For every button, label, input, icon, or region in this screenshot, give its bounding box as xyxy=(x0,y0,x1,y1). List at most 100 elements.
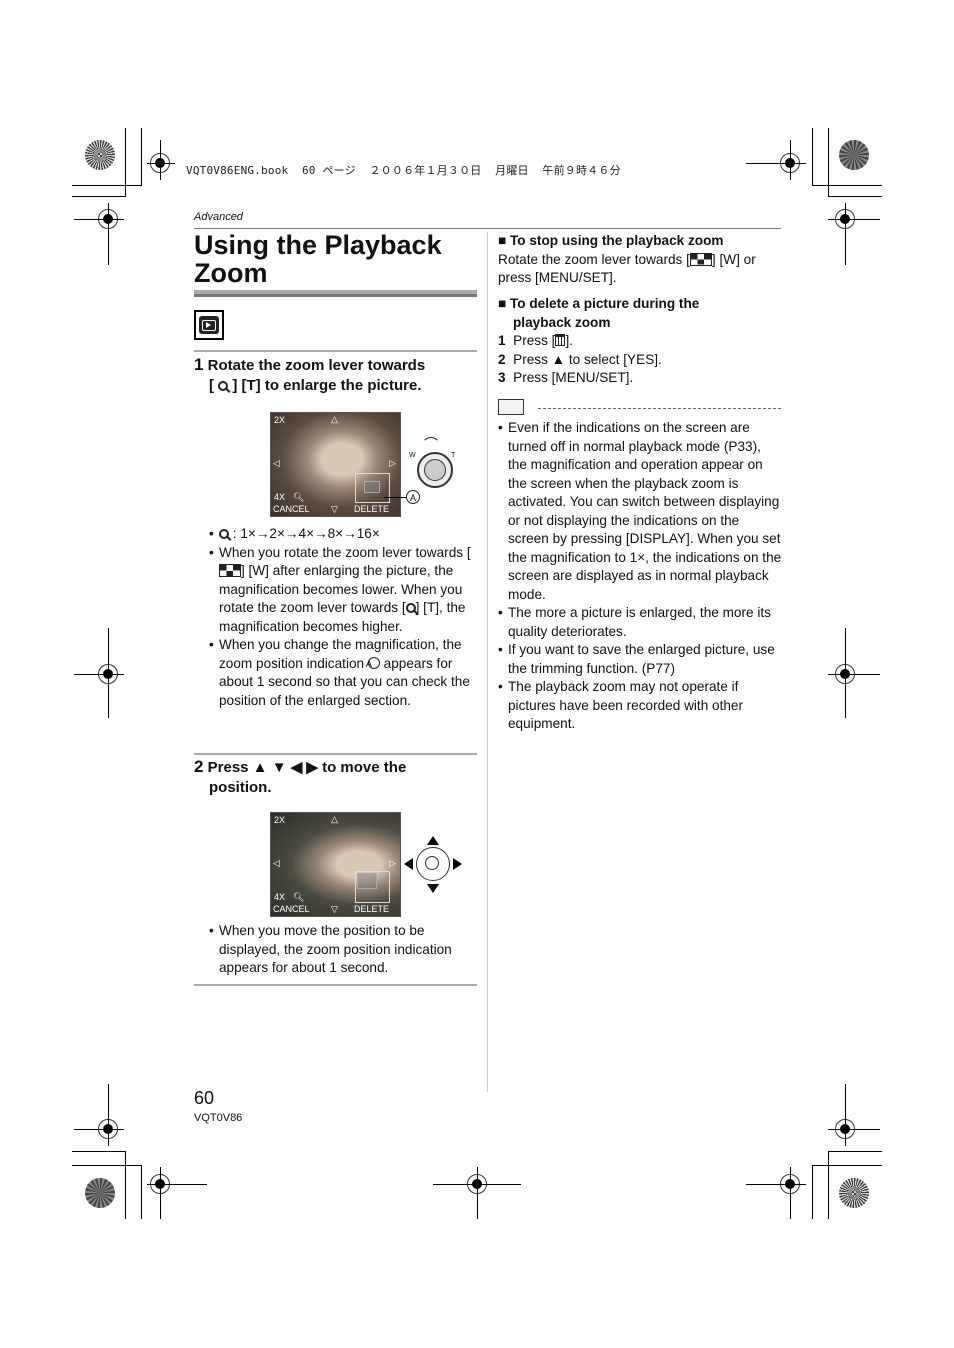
delete-step: 2 Press ▲ to select [YES]. xyxy=(498,351,783,370)
zoom-wide-icon xyxy=(219,564,241,577)
step-number: 2 xyxy=(194,757,204,776)
crop-line xyxy=(828,1151,882,1152)
step-text: [ xyxy=(209,377,219,394)
zoom-position-indicator xyxy=(355,473,390,503)
bullet-item: When you change the magnification, the z… xyxy=(209,636,479,710)
delete-label: DELETE xyxy=(354,904,390,914)
crop-line xyxy=(812,185,882,186)
bullet-text: When you rotate the zoom lever towards [ xyxy=(219,544,471,560)
note-item: If you want to save the enlarged picture… xyxy=(498,641,783,678)
delete-label: DELETE xyxy=(354,504,390,514)
up-triangle-icon xyxy=(427,836,439,845)
magnification-sequence: : 1×→2×→4×→8×→16× xyxy=(209,525,479,544)
playback-mode-icon xyxy=(194,310,224,340)
stop-zoom-heading: ■ To stop using the playback zoom xyxy=(498,232,783,251)
cancel-label: CANCEL xyxy=(273,904,310,914)
zoom-icon: 🔍︎ xyxy=(293,492,305,502)
rotate-arrow-icon: ⌒ xyxy=(424,436,438,452)
color-rosette-icon xyxy=(839,140,869,170)
up-arrow-icon: △ xyxy=(331,814,338,824)
note-book-icon xyxy=(498,399,524,415)
step-1-notes: : 1×→2×→4×→8×→16× When you rotate the zo… xyxy=(209,525,479,710)
delete-step: 1 Press []. xyxy=(498,332,783,351)
step-number: 1 xyxy=(498,333,506,348)
step-2-notes: When you move the position to be display… xyxy=(209,922,479,978)
step-number: 2 xyxy=(498,351,506,367)
crop-line xyxy=(125,1151,126,1219)
body-text: ]. xyxy=(565,333,573,348)
zoom-tele-icon xyxy=(405,603,416,613)
zoom-lever-icon xyxy=(417,452,453,488)
page-number: 60 xyxy=(194,1088,215,1108)
trash-icon xyxy=(555,334,566,346)
crop-line xyxy=(141,128,142,186)
square-bullet-icon: ■ xyxy=(498,233,510,248)
down-triangle-icon xyxy=(427,884,439,893)
page-title-line2: Zoom xyxy=(194,258,268,288)
color-rosette-icon xyxy=(85,1178,115,1208)
camera-screen-move-illustration: 2X △ ◁ ▷ 4X 🔍︎ CANCEL ▽ DELETE xyxy=(270,812,401,917)
step-1-instruction: 1 Rotate the zoom lever towards [ ] [T] … xyxy=(194,355,484,396)
sequence-text: : 1×→2×→4×→8×→16× xyxy=(232,526,380,541)
delete-zoom-section: ■ To delete a picture during the playbac… xyxy=(498,295,783,388)
lever-t-label: T xyxy=(451,452,456,459)
divider xyxy=(194,984,477,986)
next-zoom-label: 4X xyxy=(274,492,286,502)
crop-line xyxy=(828,1151,829,1219)
crop-line xyxy=(72,185,142,186)
callout-a-label: A xyxy=(366,656,380,669)
crop-line xyxy=(72,1165,142,1166)
zoom-level-label: 2X xyxy=(274,415,286,425)
note-item: The more a picture is enlarged, the more… xyxy=(498,604,783,641)
heading-text: playback zoom xyxy=(513,314,611,330)
lever-w-label: W xyxy=(409,452,416,459)
crop-line xyxy=(141,1165,142,1219)
note-item: Even if the indications on the screen ar… xyxy=(498,419,783,604)
divider xyxy=(194,753,477,755)
page-title: Using the Playback Zoom xyxy=(194,231,442,287)
stop-zoom-section: ■ To stop using the playback zoom Rotate… xyxy=(498,232,783,288)
model-code: VQT0V86 xyxy=(194,1112,243,1124)
left-triangle-icon xyxy=(404,858,413,870)
crop-line xyxy=(812,1165,882,1166)
delete-step: 3 Press [MENU/SET]. xyxy=(498,369,783,388)
color-rosette-icon xyxy=(85,140,115,170)
step-text: Rotate the zoom lever towards xyxy=(207,357,426,374)
left-arrow-icon: ◁ xyxy=(273,858,280,868)
zoom-wide-icon xyxy=(689,252,712,266)
callout-line xyxy=(384,497,406,498)
dashed-rule xyxy=(538,408,781,409)
bullet-item: When you move the position to be display… xyxy=(209,922,479,978)
cancel-label: CANCEL xyxy=(273,504,310,514)
delete-zoom-heading: ■ To delete a picture during the xyxy=(498,295,783,314)
zoom-icon: 🔍︎ xyxy=(293,892,305,902)
cursor-buttons-icon xyxy=(416,847,450,881)
step-2-instruction: 2 Press ▲ ▼ ◀ ▶ to move the position. xyxy=(194,757,484,798)
step-text: Press ▲ ▼ ◀ ▶ to move the xyxy=(207,759,407,776)
crop-line xyxy=(828,196,882,197)
body-text: Rotate the zoom lever towards [ xyxy=(498,251,690,267)
right-arrow-icon: ▷ xyxy=(389,458,396,468)
heading-text: To delete a picture during the xyxy=(510,296,700,311)
step-text: position. xyxy=(209,779,272,796)
bullet-item: When you rotate the zoom lever towards [… xyxy=(209,544,479,637)
zoom-position-indicator xyxy=(355,871,390,903)
zoom-level-label: 2X xyxy=(274,815,286,825)
body-text: Press [ xyxy=(513,333,556,348)
step-text: ] [T] to enlarge the picture. xyxy=(228,377,422,394)
print-header: VQT0V86ENG.book 60 ページ ２００６年１月３０日 月曜日 午前… xyxy=(186,164,621,177)
left-arrow-icon: ◁ xyxy=(273,458,280,468)
color-rosette-icon xyxy=(839,1178,869,1208)
down-arrow-icon: ▽ xyxy=(331,904,338,914)
header-rule xyxy=(194,228,781,229)
crop-line xyxy=(72,196,126,197)
right-arrow-icon: ▷ xyxy=(389,858,396,868)
right-triangle-icon xyxy=(453,858,462,870)
title-underline xyxy=(194,290,477,297)
heading-text: To stop using the playback zoom xyxy=(510,233,724,248)
next-zoom-label: 4X xyxy=(274,892,286,902)
crop-line xyxy=(812,1165,813,1219)
notes-list: Even if the indications on the screen ar… xyxy=(498,419,783,734)
divider xyxy=(194,350,477,352)
step-number: 3 xyxy=(498,370,506,385)
